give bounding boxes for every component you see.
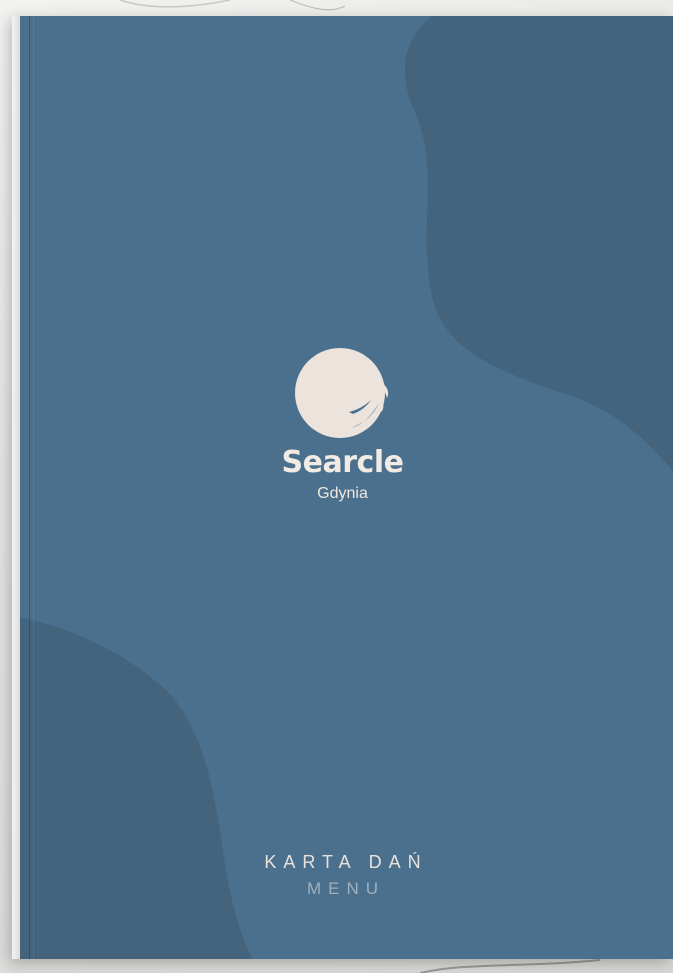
marble-background: Searcle Gdynia KARTA DAŃ MENU xyxy=(0,0,673,973)
menu-title-polish: KARTA DAŃ xyxy=(264,852,428,872)
brand-logo-block: Searcle Gdynia xyxy=(12,346,673,503)
menu-title-english: MENU xyxy=(306,879,386,898)
brand-name: Searcle xyxy=(281,445,404,480)
circle-logo-icon xyxy=(294,348,388,438)
menu-titles: KARTA DAŃ MENU xyxy=(12,852,673,899)
menu-cover: Searcle Gdynia KARTA DAŃ MENU xyxy=(12,16,673,959)
brand-city: Gdynia xyxy=(317,485,368,502)
